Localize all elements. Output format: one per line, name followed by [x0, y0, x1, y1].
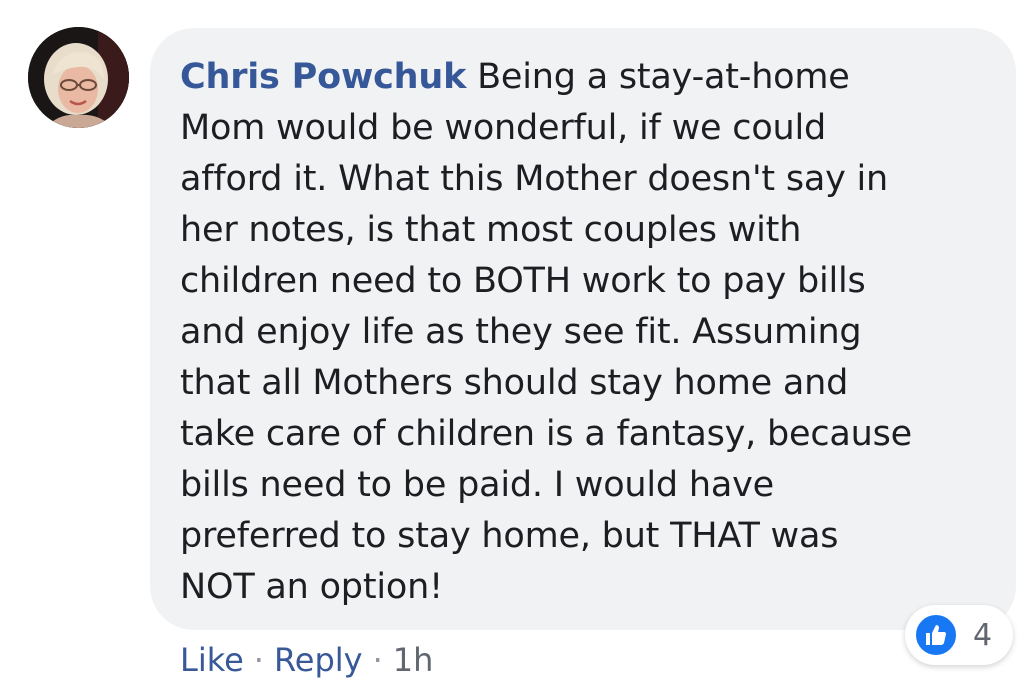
separator: ·: [372, 641, 383, 679]
reaction-summary[interactable]: 4: [905, 605, 1013, 665]
comment-body: Chris Powchuk Being a stay-at-home Mom w…: [180, 52, 1000, 613]
separator: ·: [253, 641, 264, 679]
like-icon: [913, 612, 959, 658]
reaction-count: 4: [973, 617, 993, 653]
like-button[interactable]: Like: [180, 641, 244, 679]
profile-photo: [28, 27, 129, 128]
author-name[interactable]: Chris Powchuk: [180, 57, 466, 97]
comment-actions: Like · Reply · 1h: [180, 638, 433, 682]
reply-button[interactable]: Reply: [274, 641, 363, 679]
timestamp[interactable]: 1h: [393, 641, 434, 679]
comment-text: Being a stay-at-home Mom would be wonder…: [180, 57, 913, 607]
avatar[interactable]: [28, 27, 129, 128]
